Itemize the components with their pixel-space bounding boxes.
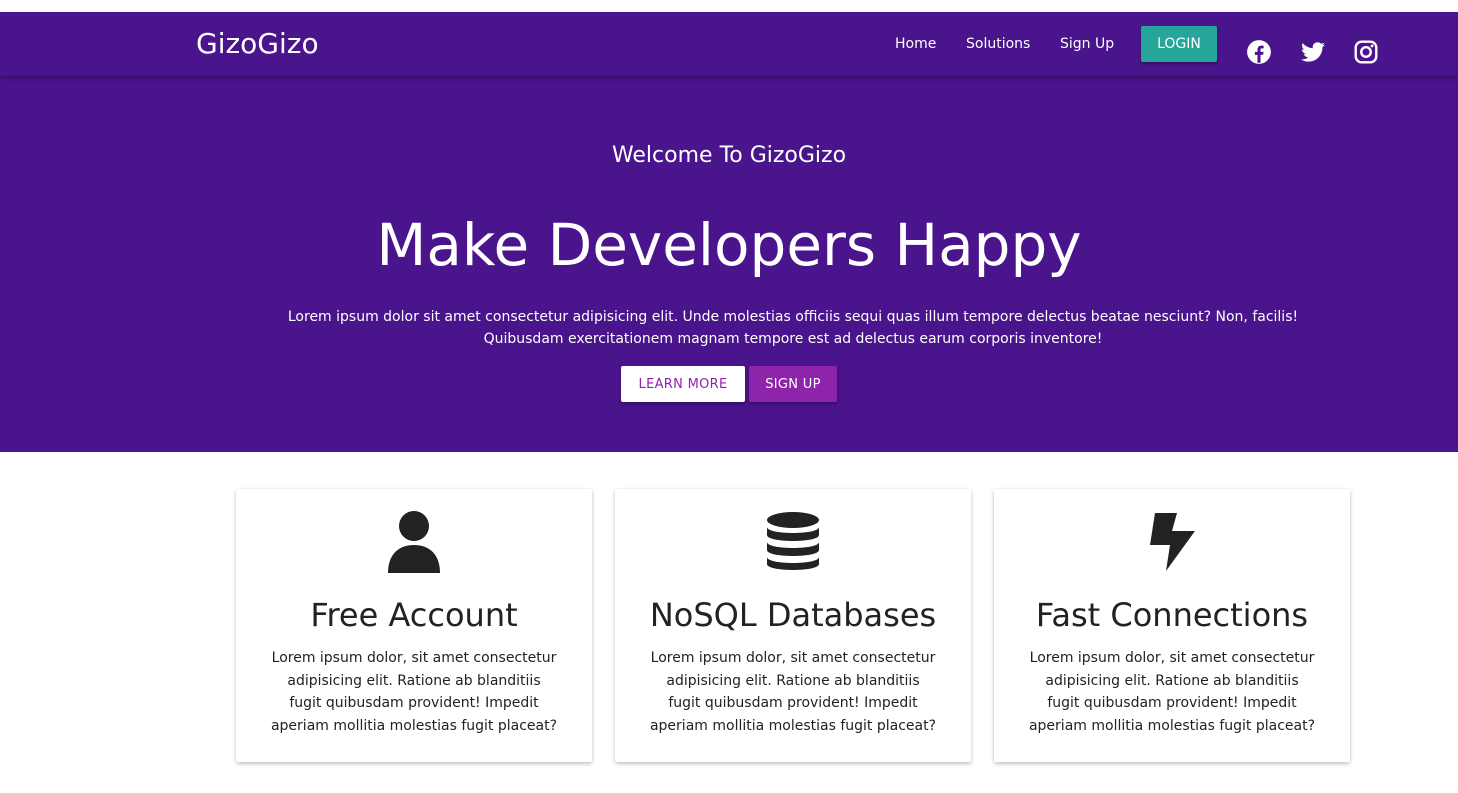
features-section: Free Account Lorem ipsum dolor, sit amet…	[0, 452, 1458, 793]
feature-card-fast-connections: Fast Connections Lorem ipsum dolor, sit …	[994, 489, 1350, 762]
bolt-icon	[994, 511, 1350, 573]
hero-section: Welcome To GizoGizo Make Developers Happ…	[0, 76, 1458, 452]
navbar: GizoGizo Home Solutions Sign Up LOGIN	[0, 12, 1458, 76]
hero-description: Lorem ipsum dolor sit amet consectetur a…	[287, 309, 1299, 347]
feature-title: Fast Connections	[1035, 596, 1309, 634]
twitter-icon[interactable]	[1300, 39, 1326, 65]
nav-link-home[interactable]: Home	[895, 34, 936, 54]
instagram-icon[interactable]	[1353, 39, 1379, 65]
nav-link-solutions[interactable]: Solutions	[966, 34, 1030, 54]
hero-buttons: LEARN MORE SIGN UP	[0, 366, 1458, 402]
feature-title: Free Account	[310, 596, 518, 634]
hero-welcome: Welcome To GizoGizo	[611, 143, 847, 168]
learn-more-button[interactable]: LEARN MORE	[621, 366, 745, 402]
feature-title: NoSQL Databases	[649, 596, 937, 634]
nav-link-sign-up[interactable]: Sign Up	[1060, 34, 1114, 54]
top-strip	[0, 0, 1458, 12]
sign-up-button[interactable]: SIGN UP	[749, 366, 837, 402]
facebook-icon[interactable]	[1246, 39, 1272, 65]
login-button[interactable]: LOGIN	[1141, 26, 1217, 62]
feature-card-nosql-databases: NoSQL Databases Lorem ipsum dolor, sit a…	[615, 489, 971, 762]
hero-title: Make Developers Happy	[376, 211, 1082, 279]
database-icon	[615, 511, 971, 573]
brand-logo[interactable]: GizoGizo	[196, 26, 319, 62]
feature-text: Lorem ipsum dolor, sit amet consectetur …	[270, 650, 558, 734]
feature-card-free-account: Free Account Lorem ipsum dolor, sit amet…	[236, 489, 592, 762]
user-icon	[236, 511, 592, 573]
feature-text: Lorem ipsum dolor, sit amet consectetur …	[1028, 650, 1316, 734]
feature-text: Lorem ipsum dolor, sit amet consectetur …	[649, 650, 937, 734]
